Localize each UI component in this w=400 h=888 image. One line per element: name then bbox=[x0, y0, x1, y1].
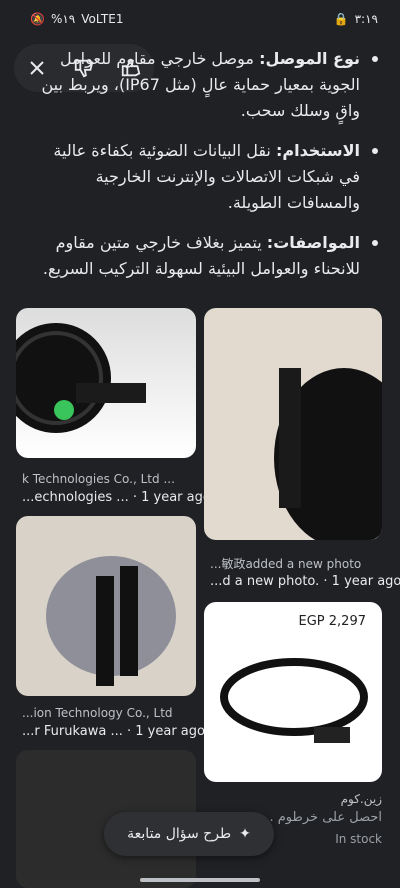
bullet-usage: الاستخدام: نقل البيانات الضوئية بكفاءة ع… bbox=[32, 138, 382, 216]
status-right: 🔒 ٣:١٩ bbox=[334, 12, 378, 26]
price-badge: EGP 2,297 bbox=[290, 612, 374, 631]
mute-icon: 🔕 bbox=[30, 12, 45, 26]
status-bar: 🔕 %١٩ VoLTE1 🔒 ٣:١٩ bbox=[0, 0, 400, 40]
result-image-4[interactable]: EGP 2,297 bbox=[204, 602, 382, 782]
result-source-1: k Technologies Co., Ltd ... bbox=[22, 472, 175, 486]
status-left: 🔕 %١٩ VoLTE1 bbox=[30, 12, 123, 26]
result-title-2[interactable]: ...d a new photo. · 1 year ago bbox=[210, 574, 400, 589]
time-text: ٣:١٩ bbox=[354, 12, 378, 26]
lock-icon: 🔒 bbox=[333, 12, 349, 26]
result-stock-4: In stock bbox=[335, 832, 382, 846]
result-source-2: ...敏政added a new photo bbox=[210, 557, 362, 571]
result-image-2[interactable] bbox=[204, 308, 382, 540]
result-title-3[interactable]: ...r Furukawa ... · 1 year ago bbox=[22, 724, 205, 739]
result-title-4[interactable]: احصل على خرطوم ... bbox=[261, 810, 382, 825]
ai-answer-text: نوع الموصل: موصل خارجي مقاوم للعوامل الج… bbox=[32, 46, 382, 296]
home-indicator bbox=[140, 878, 260, 882]
result-source-3: ...ion Technology Co., Ltd bbox=[22, 706, 173, 720]
follow-up-question-button[interactable]: طرح سؤال متابعة ✦ bbox=[104, 812, 274, 856]
network-text: VoLTE1 bbox=[81, 12, 124, 26]
result-image-1[interactable] bbox=[16, 308, 196, 458]
followup-label: طرح سؤال متابعة bbox=[127, 826, 232, 842]
sparkle-icon: ✦ bbox=[239, 826, 251, 842]
battery-text: %١٩ bbox=[50, 12, 76, 26]
result-title-1[interactable]: ...echnologies ... · 1 year ago bbox=[22, 490, 211, 505]
bullet-specs: المواصفات: يتميز بغلاف خارجي متين مقاوم … bbox=[32, 230, 382, 282]
bullet-connector-type: نوع الموصل: موصل خارجي مقاوم للعوامل الج… bbox=[32, 46, 382, 124]
result-source-4: زين.كوم bbox=[340, 792, 382, 806]
result-image-3[interactable] bbox=[16, 516, 196, 696]
